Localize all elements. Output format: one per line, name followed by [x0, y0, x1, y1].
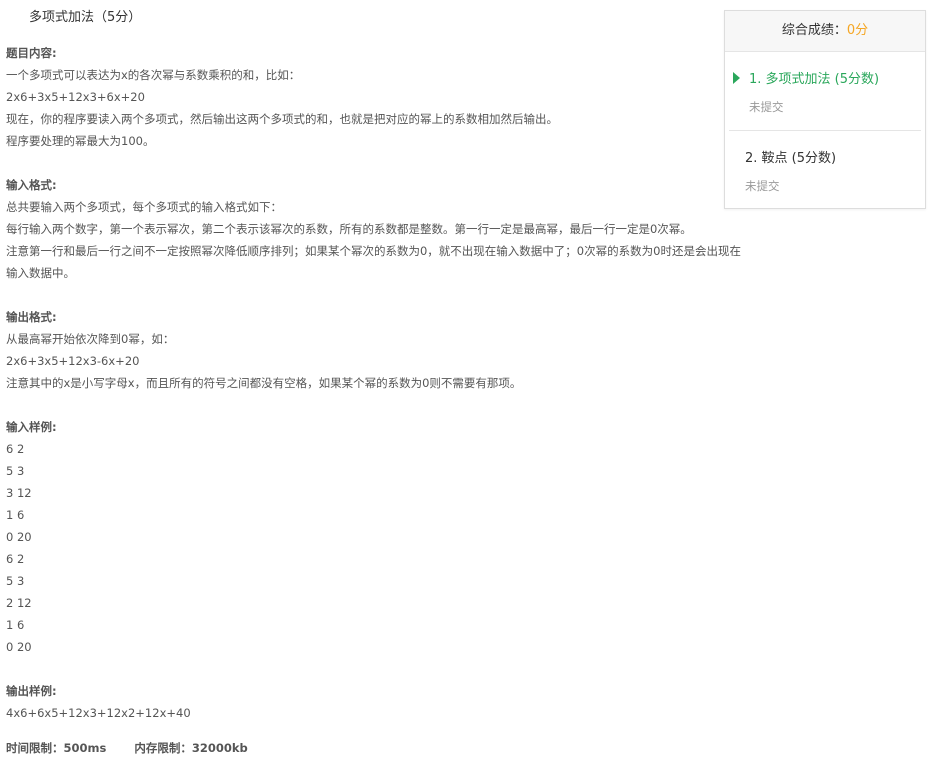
time-limit: 时间限制：500ms — [6, 741, 107, 755]
content-line: 一个多项式可以表达为x的各次幂与系数乘积的和，比如： — [6, 68, 301, 82]
sample-input-line: 1 6 — [6, 618, 25, 632]
output-format-line: 注意其中的x是小写字母x，而且所有的符号之间都没有空格，如果某个幂的系数为0则不… — [6, 376, 522, 390]
sample-input-line: 0 20 — [6, 640, 32, 654]
output-format-heading: 输出格式: — [6, 310, 57, 324]
input-format-line: 注意第一行和最后一行之间不一定按照幂次降低顺序排列；如果某个幂次的系数为0，就不… — [6, 244, 741, 258]
caret-right-icon — [733, 72, 740, 84]
score-label: 综合成绩： — [781, 23, 847, 38]
content-heading: 题目内容: — [6, 46, 57, 60]
input-format-line: 每行输入两个数字，第一个表示幂次，第二个表示该幂次的系数，所有的系数都是整数。第… — [6, 222, 692, 236]
sample-input-line: 2 12 — [6, 596, 32, 610]
sample-input-line: 5 3 — [6, 464, 25, 478]
input-format-line: 总共要输入两个多项式，每个多项式的输入格式如下： — [6, 200, 282, 214]
sample-input-line: 3 12 — [6, 486, 32, 500]
problem-list-item-status: 未提交 — [749, 100, 784, 114]
sample-input-line: 5 3 — [6, 574, 25, 588]
limits: 时间限制：500ms 内存限制：32000kb — [6, 737, 248, 759]
problem-list-item-status: 未提交 — [745, 179, 780, 193]
sample-input-line: 0 20 — [6, 530, 32, 544]
sample-input-line: 1 6 — [6, 508, 25, 522]
content-line: 现在，你的程序要读入两个多项式，然后输出这两个多项式的和，也就是把对应的幂上的系… — [6, 112, 558, 126]
problem-list-item-1[interactable]: 1. 多项式加法 (5分数) 未提交 — [729, 52, 921, 131]
sample-input-line: 6 2 — [6, 552, 25, 566]
content-line: 程序要处理的幂最大为100。 — [6, 134, 155, 148]
sample-input-heading: 输入样例: — [6, 420, 57, 434]
output-format-line: 2x6+3x5+12x3-6x+20 — [6, 354, 140, 368]
problem-list-item-2[interactable]: 2. 鞍点 (5分数) 未提交 — [725, 131, 925, 209]
sample-output-heading: 输出样例: — [6, 684, 57, 698]
output-format-line: 从最高幂开始依次降到0幂，如： — [6, 332, 175, 346]
content-line: 2x6+3x5+12x3+6x+20 — [6, 90, 145, 104]
problem-title: 多项式加法（5分） — [29, 10, 142, 25]
problem-list-item-title[interactable]: 1. 多项式加法 (5分数) — [749, 68, 879, 87]
sample-input-line: 6 2 — [6, 442, 25, 456]
sample-output-line: 4x6+6x5+12x3+12x2+12x+40 — [6, 706, 191, 720]
score-value: 0分 — [846, 23, 869, 38]
score-header: 综合成绩：0分 — [725, 11, 925, 52]
input-format-line: 输入数据中。 — [6, 266, 75, 280]
problem-list-item-title[interactable]: 2. 鞍点 (5分数) — [745, 147, 836, 166]
problem-body: 题目内容: 一个多项式可以表达为x的各次幂与系数乘积的和，比如： 2x6+3x5… — [6, 42, 796, 724]
memory-limit: 内存限制：32000kb — [134, 741, 248, 755]
score-panel: 综合成绩：0分 1. 多项式加法 (5分数) 未提交 2. 鞍点 (5分数) 未… — [724, 10, 926, 209]
input-format-heading: 输入格式: — [6, 178, 57, 192]
